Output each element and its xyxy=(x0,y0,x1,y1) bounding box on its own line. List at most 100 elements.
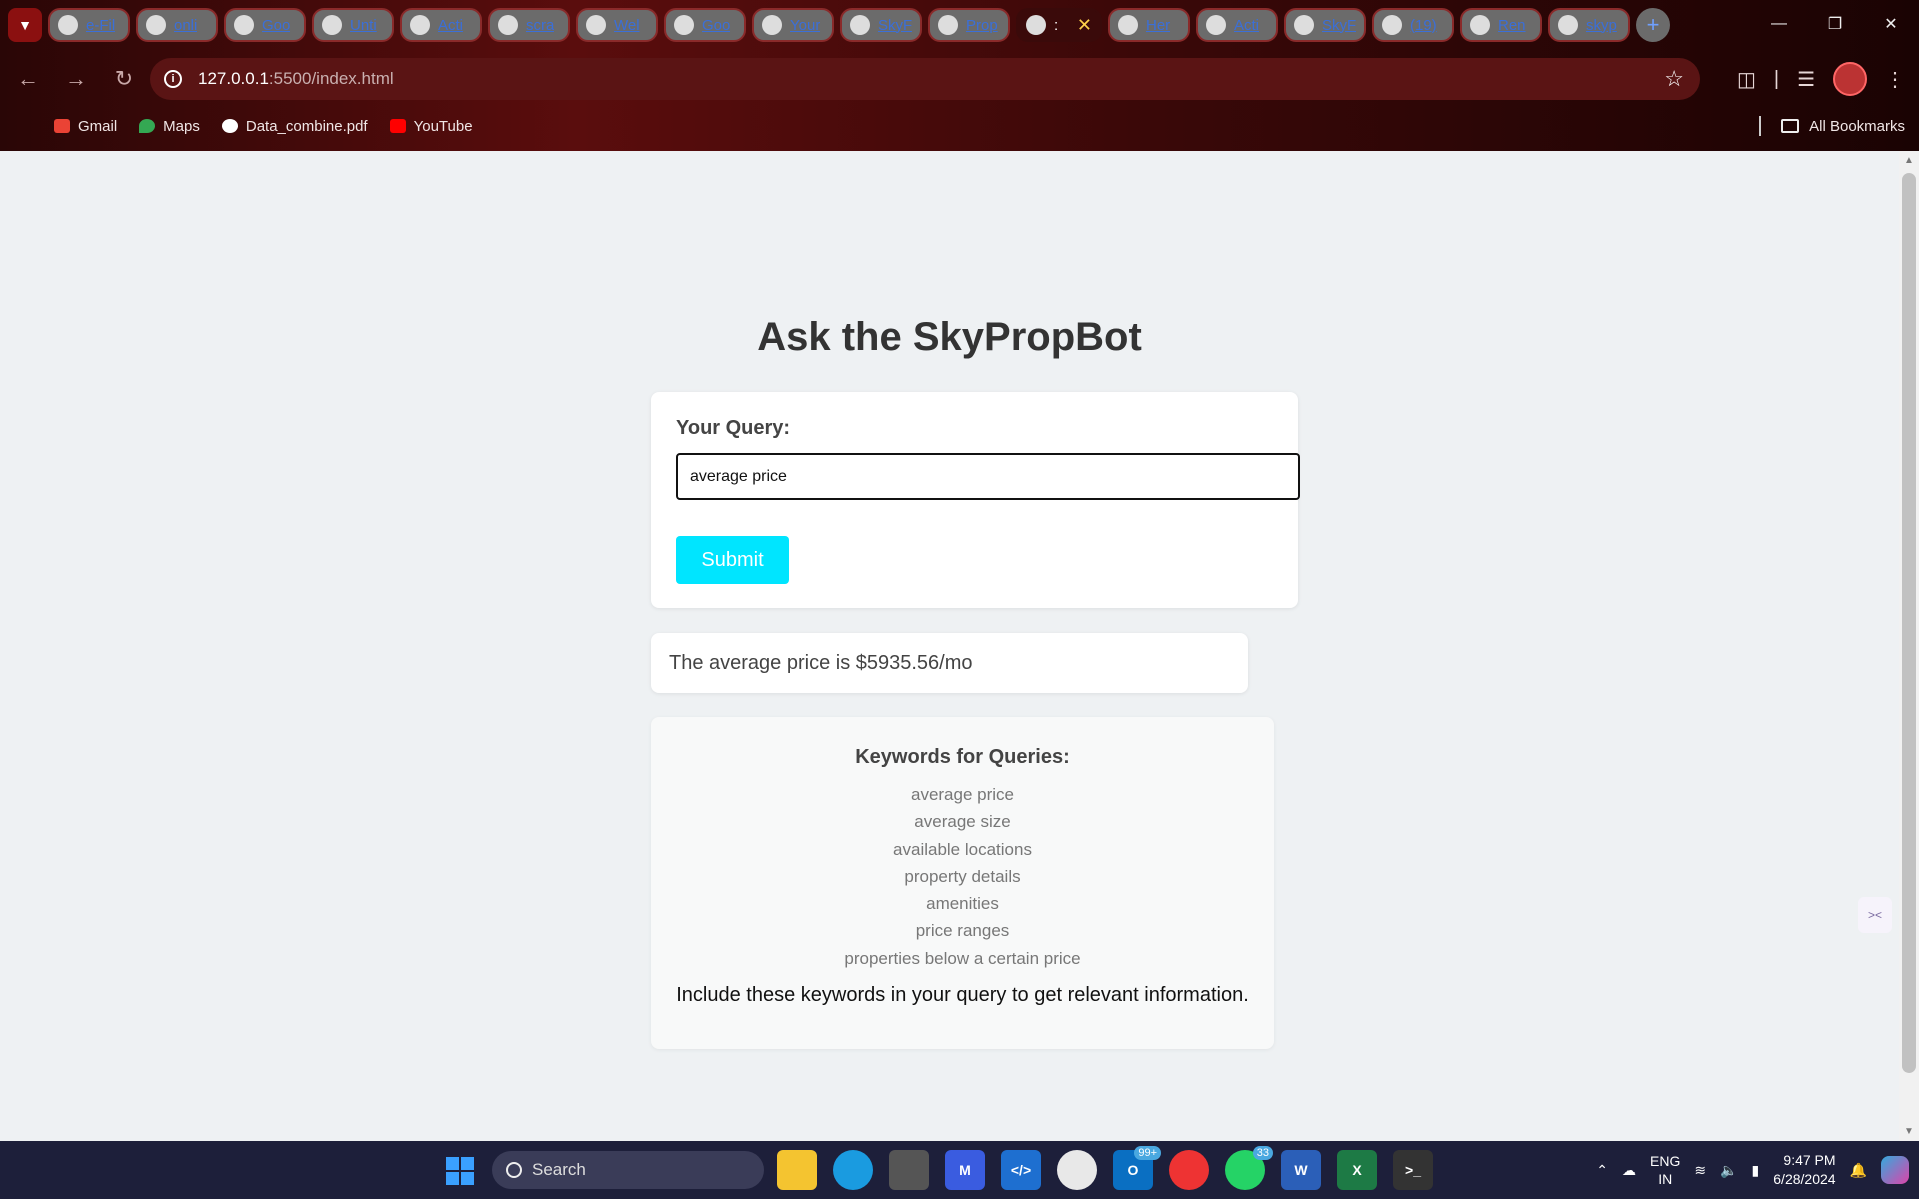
query-input[interactable] xyxy=(676,453,1300,500)
tab-title: Prop xyxy=(966,16,998,34)
minimize-icon[interactable]: — xyxy=(1751,0,1807,48)
tab-favicon-icon xyxy=(762,15,782,35)
restore-icon[interactable]: ❐ xyxy=(1807,0,1863,48)
region-code: IN xyxy=(1658,1171,1673,1187)
taskbar-search[interactable]: Search xyxy=(492,1151,764,1189)
tab-favicon-icon xyxy=(674,15,694,35)
browser-tab[interactable]: Wel xyxy=(576,8,658,42)
tab-favicon-icon xyxy=(1118,15,1138,35)
extensions-puzzle-icon[interactable]: ◫ xyxy=(1737,67,1756,92)
browser-toolbar: ← → ↻ i 127.0.0.1:5500/index.html ☆ ◫ | … xyxy=(0,56,1919,102)
whatsapp-icon[interactable]: 33 xyxy=(1225,1146,1273,1190)
bookmark-label: YouTube xyxy=(413,117,473,135)
page-scrollbar[interactable]: ▲ ▼ xyxy=(1899,151,1919,1141)
youtube-icon xyxy=(389,119,406,133)
bookmark-gmail[interactable]: Gmail xyxy=(54,118,117,135)
terminal-icon[interactable]: >_ xyxy=(1393,1150,1433,1190)
toolbar-divider: | xyxy=(1773,67,1780,90)
browser-tab[interactable]: Acti xyxy=(400,8,482,42)
browser-tab[interactable]: Her xyxy=(1108,8,1190,42)
tab-title: : xyxy=(1054,16,1059,34)
browser-tab[interactable]: Acti xyxy=(1196,8,1278,42)
browser-tab[interactable]: SkyF xyxy=(840,8,922,42)
vscode-icon[interactable]: </> xyxy=(1001,1150,1041,1190)
scroll-up-arrow-icon[interactable]: ▲ xyxy=(1904,155,1914,166)
tab-title: scra xyxy=(526,16,555,34)
site-info-icon[interactable]: i xyxy=(164,70,182,88)
browser-tab[interactable]: scra xyxy=(488,8,570,42)
notification-bell-icon[interactable]: 🔔 xyxy=(1850,1162,1867,1179)
keyword-item: average price xyxy=(910,785,1014,804)
answer-box: The average price is $5935.56/mo xyxy=(651,633,1248,693)
all-bookmarks[interactable]: All Bookmarks xyxy=(1759,112,1905,140)
reload-icon[interactable]: ↻ xyxy=(104,59,144,99)
app-ai-icon[interactable]: M xyxy=(945,1150,985,1190)
scrollbar-thumb[interactable] xyxy=(1902,173,1916,1073)
copilot-icon[interactable] xyxy=(1881,1156,1909,1184)
close-tab-icon[interactable]: ✕ xyxy=(1077,15,1092,36)
windows-taskbar: Search M </> O 99+ 33 W X >_ ⌃ ☁ ENG IN ≋… xyxy=(0,1141,1919,1199)
tab-title: Goo xyxy=(702,16,731,34)
tab-search-icon[interactable]: ▼ xyxy=(8,8,42,42)
browser-tab[interactable]: skyp xyxy=(1548,8,1630,42)
tab-title: (19) xyxy=(1410,16,1437,34)
tab-favicon-icon xyxy=(58,15,78,35)
browser-tab[interactable]: Your xyxy=(752,8,834,42)
tray-chevron-up-icon[interactable]: ⌃ xyxy=(1596,1162,1608,1179)
menu-kebab-icon[interactable]: ⋮ xyxy=(1885,67,1905,92)
back-arrow-icon[interactable]: ← xyxy=(8,59,48,99)
media-queue-icon[interactable]: ☰ xyxy=(1797,67,1815,92)
edge-icon[interactable] xyxy=(833,1150,873,1190)
browser-tab[interactable]: (19) xyxy=(1372,8,1454,42)
submit-button[interactable]: Submit xyxy=(676,536,789,584)
system-tray: ⌃ ☁ ENG IN ≋ 🔈 ▮ 9:47 PM 6/28/2024 🔔 xyxy=(1596,1141,1909,1199)
query-form-card: Your Query: Submit xyxy=(651,392,1300,608)
excel-icon[interactable]: X xyxy=(1337,1150,1377,1190)
address-bar[interactable]: i 127.0.0.1:5500/index.html ☆ xyxy=(150,58,1700,100)
browser-tab[interactable]: Goo xyxy=(664,8,746,42)
profile-avatar[interactable] xyxy=(1833,62,1867,96)
query-label: Your Query: xyxy=(676,417,791,439)
browser-tab[interactable]: onli xyxy=(136,8,218,42)
file-explorer-icon[interactable] xyxy=(777,1150,817,1190)
close-window-icon[interactable]: ✕ xyxy=(1863,0,1919,48)
new-tab-plus-icon[interactable]: + xyxy=(1636,8,1670,42)
browser-tab[interactable]: Ren xyxy=(1460,8,1542,42)
url-host: 127.0.0.1 xyxy=(198,69,269,88)
wifi-icon[interactable]: ≋ xyxy=(1694,1162,1706,1179)
bookmark-youtube[interactable]: YouTube xyxy=(389,117,473,135)
volume-icon[interactable]: 🔈 xyxy=(1720,1162,1737,1179)
tab-favicon-icon xyxy=(146,15,166,35)
battery-icon[interactable]: ▮ xyxy=(1752,1162,1760,1179)
language-indicator[interactable]: ENG IN xyxy=(1650,1152,1680,1188)
browser-tab[interactable]: Prop xyxy=(928,8,1010,42)
browser-tab[interactable]: e-Fil xyxy=(48,8,130,42)
toolbar-actions: ◫ | ☰ ⋮ xyxy=(1737,56,1919,102)
word-icon[interactable]: W xyxy=(1281,1150,1321,1190)
chrome-icon[interactable] xyxy=(1169,1150,1209,1190)
app-cube-icon[interactable] xyxy=(889,1150,929,1190)
keyword-item: average size xyxy=(914,812,1011,832)
tab-favicon-icon xyxy=(1382,15,1402,35)
tab-title: e-Fil xyxy=(86,16,116,34)
search-label: Search xyxy=(532,1160,586,1179)
bookmark-maps[interactable]: Maps xyxy=(139,118,200,135)
browser-tab[interactable]: Goo xyxy=(224,8,306,42)
bookmark-star-icon[interactable]: ☆ xyxy=(1664,66,1684,92)
windows-start-icon[interactable] xyxy=(446,1157,474,1185)
scroll-down-arrow-icon[interactable]: ▼ xyxy=(1904,1126,1914,1137)
slack-icon[interactable] xyxy=(1057,1150,1097,1190)
browser-tab[interactable]: Unti xyxy=(312,8,394,42)
clock[interactable]: 9:47 PM 6/28/2024 xyxy=(1773,1151,1835,1189)
onedrive-cloud-icon[interactable]: ☁ xyxy=(1622,1162,1636,1179)
outlook-icon[interactable]: O 99+ xyxy=(1113,1146,1161,1190)
side-panel-toggle-icon[interactable]: >< xyxy=(1858,897,1892,933)
forward-arrow-icon[interactable]: → xyxy=(56,59,96,99)
browser-tab[interactable]: SkyF xyxy=(1284,8,1366,42)
keywords-list: average price average size available loc… xyxy=(651,781,1274,972)
whatsapp-badge: 33 xyxy=(1252,1146,1273,1160)
active-tab[interactable]: : ✕ xyxy=(1016,8,1102,42)
bookmark-data-combine[interactable]: Data_combine.pdf xyxy=(221,118,368,135)
bookmarks-divider xyxy=(1759,116,1762,136)
tab-title: Her xyxy=(1146,16,1171,34)
